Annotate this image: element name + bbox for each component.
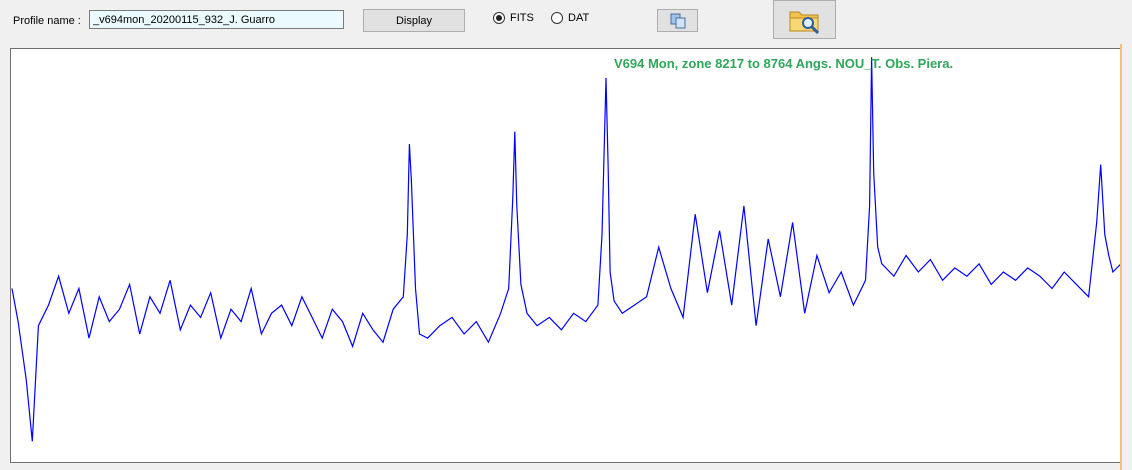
- dat-radio-label: DAT: [568, 12, 590, 24]
- dat-radio[interactable]: [551, 12, 563, 24]
- open-file-button[interactable]: [773, 0, 836, 39]
- fits-radio-label: FITS: [510, 12, 534, 24]
- profile-name-input[interactable]: [89, 10, 344, 29]
- toolbar: Profile name : Display FITS DAT: [0, 0, 1132, 44]
- copy-button[interactable]: [657, 9, 698, 32]
- plot-right-edge: [1120, 44, 1122, 470]
- fits-radio[interactable]: [493, 12, 505, 24]
- spectrum-chart: [11, 57, 1121, 442]
- chart-title: V694 Mon, zone 8217 to 8764 Angs. NOU_T.…: [614, 56, 954, 71]
- folder-search-icon: [789, 11, 819, 34]
- spectrum-line: [11, 57, 1121, 442]
- fits-radio-option[interactable]: FITS: [493, 12, 534, 24]
- spectrum-plot: V694 Mon, zone 8217 to 8764 Angs. NOU_T.…: [10, 48, 1122, 463]
- display-button[interactable]: Display: [363, 9, 465, 32]
- dat-radio-option[interactable]: DAT: [551, 12, 589, 24]
- profile-name-label: Profile name :: [13, 15, 81, 27]
- copy-icon: [670, 13, 685, 28]
